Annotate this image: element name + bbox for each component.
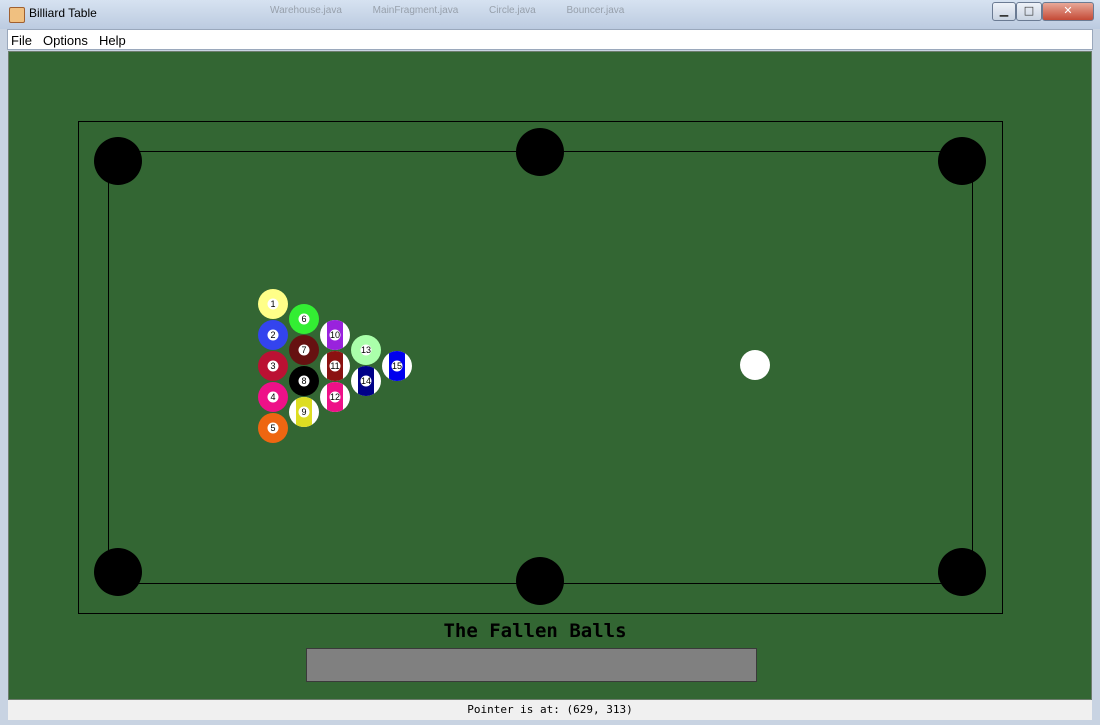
pocket-bottom-middle: [516, 557, 564, 605]
ball-number-label: 14: [361, 376, 371, 386]
pocket-bottom-left: [94, 548, 142, 596]
ball-11[interactable]: 11: [320, 351, 350, 381]
ball-8[interactable]: 8: [289, 366, 319, 396]
ball-number-label: 7: [301, 345, 306, 355]
ball-2[interactable]: 2: [258, 320, 288, 350]
billiard-table-canvas[interactable]: 123456789101112131415: [0, 0, 1100, 725]
ball-number-label: 12: [330, 392, 340, 402]
pocket-top-left: [94, 137, 142, 185]
ball-number-label: 2: [270, 330, 275, 340]
ball-10[interactable]: 10: [320, 320, 350, 350]
ball-number-label: 11: [330, 361, 339, 371]
ball-number-label: 10: [330, 330, 340, 340]
ball-number-label: 9: [301, 407, 306, 417]
ball-number-label: 3: [270, 361, 275, 371]
app-window: Billiard Table Warehouse.java MainFragme…: [0, 0, 1100, 725]
ball-number-label: 8: [301, 376, 306, 386]
ball-9[interactable]: 9: [289, 397, 319, 427]
ball-4[interactable]: 4: [258, 382, 288, 412]
pocket-top-right: [938, 137, 986, 185]
pocket-top-middle: [516, 128, 564, 176]
ball-6[interactable]: 6: [289, 304, 319, 334]
ball-1[interactable]: 1: [258, 289, 288, 319]
ball-number-label: 5: [270, 423, 275, 433]
ball-14[interactable]: 14: [351, 366, 381, 396]
ball-rack: 123456789101112131415: [258, 289, 412, 443]
table-cushion-line: [108, 151, 973, 584]
ball-3[interactable]: 3: [258, 351, 288, 381]
ball-number-label: 4: [270, 392, 275, 402]
ball-15[interactable]: 15: [382, 351, 412, 381]
ball-13[interactable]: 13: [351, 335, 381, 365]
ball-7[interactable]: 7: [289, 335, 319, 365]
pocket-bottom-right: [938, 548, 986, 596]
fallen-balls-title: The Fallen Balls: [443, 620, 627, 642]
ball-number-label: 15: [392, 361, 402, 371]
fallen-balls-tray: [306, 648, 757, 682]
ball-5[interactable]: 5: [258, 413, 288, 443]
cue-ball[interactable]: [740, 350, 770, 380]
ball-number-label: 6: [301, 314, 306, 324]
ball-number-label: 1: [270, 299, 275, 309]
ball-number-label: 13: [361, 345, 371, 355]
ball-12[interactable]: 12: [320, 382, 350, 412]
status-bar: Pointer is at: (629, 313): [8, 700, 1092, 720]
table-outer-rail: [78, 121, 1003, 614]
